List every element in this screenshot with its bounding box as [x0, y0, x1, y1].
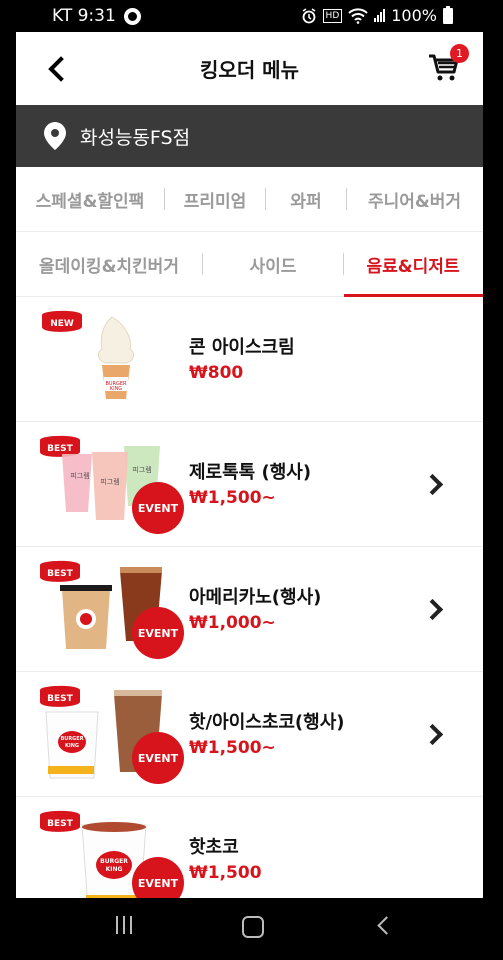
event-badge: EVENT	[138, 627, 179, 640]
system-nav-bar	[0, 898, 503, 960]
menu-item-name: 아메리카노(행사)	[189, 587, 322, 608]
menu-item[interactable]: BEST 피그렘 피그렘 피그렘 EVENT 제로톡톡 (행사) ₩1,500~	[16, 422, 483, 547]
event-badge: EVENT	[138, 752, 179, 765]
cup-brand: BURGER	[60, 736, 83, 742]
wifi-icon	[348, 7, 368, 24]
recent-apps-button[interactable]	[109, 916, 139, 942]
menu-item[interactable]: BEST BURGER KING EVENT 핫/아이스초코(행사) ₩1,50…	[16, 672, 483, 797]
system-back-button[interactable]	[372, 916, 402, 942]
cup-brand: KING	[65, 743, 79, 749]
status-bar: KT 9:31 HD 100%	[0, 0, 503, 32]
menu-item-image: BEST BURGER KING EVENT	[40, 685, 184, 784]
battery-icon	[443, 5, 453, 24]
page-title: 킹오더 메뉴	[200, 58, 299, 82]
location-pin-icon	[44, 122, 66, 150]
tab-premium[interactable]: 프리미엄	[165, 187, 265, 212]
category-tabs-row-2: 올데이킹&치킨버거 사이드 음료&디저트	[16, 232, 483, 297]
chevron-right-icon[interactable]	[425, 474, 443, 494]
best-badge: BEST	[47, 569, 73, 579]
app-screen: 킹오더 메뉴 1 화성능동FS점 스페셜&할인팩 프리미엄 와퍼 주니어&버거 …	[16, 32, 483, 898]
cart-count-badge: 1	[450, 44, 469, 63]
header: 킹오더 메뉴 1	[16, 32, 483, 105]
menu-item-name: 제로톡톡 (행사)	[189, 462, 312, 483]
cart-button[interactable]: 1	[429, 44, 469, 88]
carrier-time: KT 9:31	[52, 6, 116, 26]
tab-special-discount[interactable]: 스페셜&할인팩	[16, 187, 164, 212]
best-badge: BEST	[47, 819, 73, 829]
cup-label: 피그렘	[132, 465, 151, 474]
cup-brand: BURGER	[100, 858, 128, 865]
signal-icon	[374, 9, 386, 22]
event-badge: EVENT	[138, 877, 179, 890]
menu-item-name: 콘 아이스크림	[189, 337, 295, 358]
menu-item-price: ₩1,500~	[189, 738, 276, 758]
tab-side[interactable]: 사이드	[203, 252, 343, 277]
battery-percent: 100%	[391, 6, 437, 25]
store-selector[interactable]: 화성능동FS점	[16, 105, 483, 167]
best-badge: BEST	[47, 444, 73, 454]
menu-item-image: BEST 피그렘 피그렘 피그렘 EVENT	[40, 435, 184, 534]
tab-allday-chicken[interactable]: 올데이킹&치킨버거	[16, 252, 202, 277]
cup-brand: KING	[110, 386, 122, 392]
menu-item-name: 핫/아이스초코(행사)	[189, 712, 345, 733]
menu-item-price: ₩1,500	[189, 863, 262, 883]
category-tabs-row-1: 스페셜&할인팩 프리미엄 와퍼 주니어&버거	[16, 167, 483, 232]
event-badge: EVENT	[138, 502, 179, 515]
tab-junior-burger[interactable]: 주니어&버거	[347, 187, 482, 212]
menu-item-price: ₩800	[189, 363, 244, 383]
new-badge: NEW	[50, 319, 74, 329]
record-icon	[123, 7, 141, 25]
menu-item-price: ₩1,000~	[189, 613, 276, 633]
store-name: 화성능동FS점	[80, 126, 191, 149]
alarm-icon	[302, 7, 315, 23]
tab-drinks-dessert[interactable]: 음료&디저트	[344, 252, 482, 277]
menu-item[interactable]: NEW BURGER KING 콘 아이스크림 ₩800	[16, 297, 483, 422]
menu-item-image: BEST BURGER KING EVENT	[40, 810, 184, 898]
home-button[interactable]	[238, 916, 268, 942]
best-badge: BEST	[47, 694, 73, 704]
menu-list: NEW BURGER KING 콘 아이스크림 ₩800 BEST 피그렘 피그…	[16, 297, 483, 898]
menu-item-name: 핫초코	[189, 837, 239, 858]
menu-item[interactable]: BEST BURGER KING EVENT 핫초코 ₩1,500	[16, 797, 483, 898]
tab-whopper[interactable]: 와퍼	[266, 187, 346, 212]
chevron-right-icon[interactable]	[425, 599, 443, 619]
menu-item-image: NEW BURGER KING	[42, 310, 134, 399]
menu-item-image: BEST EVENT	[40, 560, 184, 659]
hd-icon: HD	[322, 8, 343, 23]
menu-item[interactable]: BEST EVENT 아메리카노(행사) ₩1,000~	[16, 547, 483, 672]
cup-label: 피그렘	[100, 477, 119, 486]
chevron-right-icon[interactable]	[425, 724, 443, 744]
cup-brand: KING	[106, 866, 123, 873]
menu-item-price: ₩1,500~	[189, 488, 276, 508]
cup-label: 피그렘	[70, 471, 89, 480]
